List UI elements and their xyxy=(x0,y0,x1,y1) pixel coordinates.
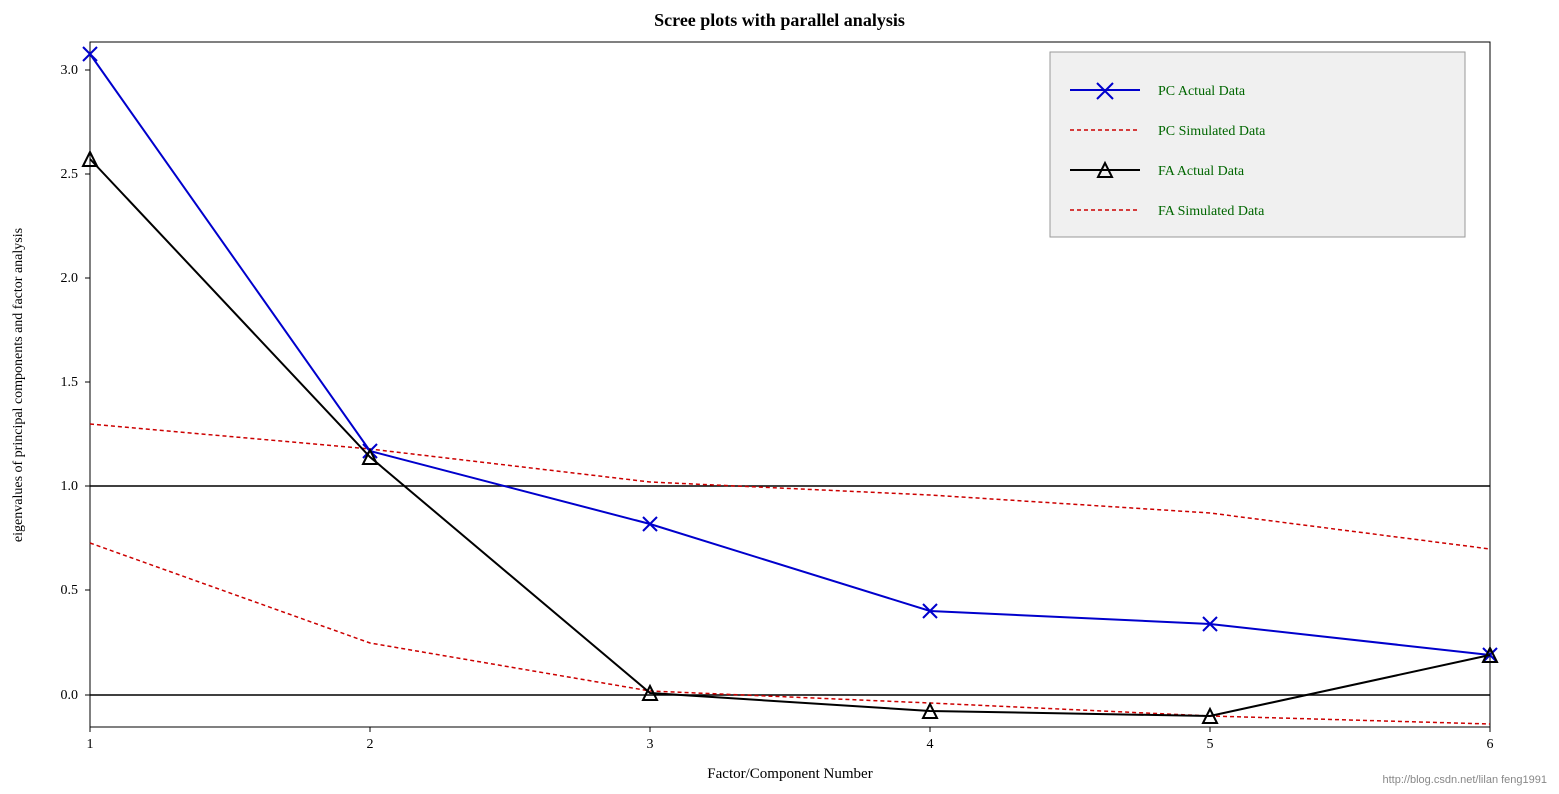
legend-fa-actual-label: FA Actual Data xyxy=(1158,164,1245,179)
svg-text:3.0: 3.0 xyxy=(61,63,79,78)
svg-text:6: 6 xyxy=(1487,737,1494,752)
legend-pc-actual-label: PC Actual Data xyxy=(1158,84,1246,99)
svg-text:4: 4 xyxy=(927,737,934,752)
svg-text:2.0: 2.0 xyxy=(61,271,79,286)
x-axis-label: Factor/Component Number xyxy=(707,766,872,782)
svg-text:1.5: 1.5 xyxy=(61,375,79,390)
svg-text:0.5: 0.5 xyxy=(61,583,79,598)
chart-svg: 0.0 0.5 1.0 1.5 2.0 2.5 3.0 1 2 3 4 5 6 xyxy=(0,0,1559,794)
svg-text:1: 1 xyxy=(87,737,94,752)
svg-text:2: 2 xyxy=(367,737,374,752)
y-axis-label: eigenvalues of principal components and … xyxy=(11,228,26,542)
legend-fa-simulated-label: FA Simulated Data xyxy=(1158,204,1265,219)
svg-text:1.0: 1.0 xyxy=(61,479,79,494)
watermark: http://blog.csdn.net/lilan feng1991 xyxy=(1382,774,1547,786)
svg-text:0.0: 0.0 xyxy=(61,688,79,703)
svg-text:3: 3 xyxy=(647,737,654,752)
svg-text:2.5: 2.5 xyxy=(61,167,79,182)
legend-pc-simulated-label: PC Simulated Data xyxy=(1158,124,1266,139)
chart-container: Scree plots with parallel analysis xyxy=(0,0,1559,794)
svg-text:5: 5 xyxy=(1207,737,1214,752)
